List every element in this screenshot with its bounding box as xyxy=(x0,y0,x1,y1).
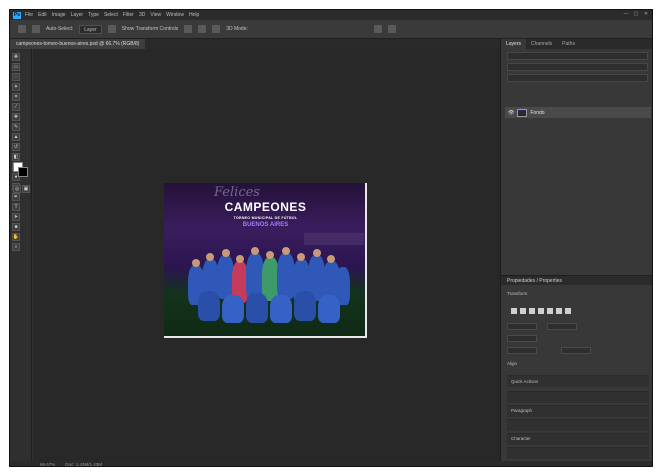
menu-help[interactable]: Help xyxy=(189,12,199,18)
zoom-tool-icon[interactable]: ⌕ xyxy=(12,243,20,251)
move-tool-icon[interactable]: ✥ xyxy=(12,53,20,61)
menu-filter[interactable]: Filter xyxy=(123,12,134,18)
show-transform-label: Show Transform Controls xyxy=(121,26,179,32)
shape-tool-icon[interactable]: ■ xyxy=(12,223,20,231)
lock-row[interactable] xyxy=(507,74,648,82)
flip-field[interactable] xyxy=(561,347,591,354)
background-color-swatch[interactable] xyxy=(18,167,28,177)
align-vcenter-icon[interactable] xyxy=(547,308,553,314)
team-photo xyxy=(184,239,352,327)
distribute-icon[interactable] xyxy=(565,308,571,314)
layer-row[interactable]: 👁 Fondo xyxy=(505,107,651,118)
align-hcenter-icon[interactable] xyxy=(520,308,526,314)
history-brush-icon[interactable]: ↺ xyxy=(12,143,20,151)
layer-thumbnail xyxy=(517,108,528,117)
pen-tool-icon[interactable]: ✒ xyxy=(12,193,20,201)
layers-panel-tabs: Layers Channels Paths xyxy=(501,39,652,49)
hand-tool-icon[interactable]: ✋ xyxy=(12,233,20,241)
align-buttons xyxy=(511,308,571,314)
align-label: Align xyxy=(507,361,518,366)
align-right-icon[interactable] xyxy=(529,308,535,314)
tab-paths[interactable]: Paths xyxy=(557,39,580,49)
menu-3d[interactable]: 3D xyxy=(139,12,145,18)
tab-channels[interactable]: Channels xyxy=(526,39,557,49)
maximize-button[interactable]: ▢ xyxy=(632,11,640,18)
document-tabs: campeones-torneo-buenos-aires.psd @ 66.7… xyxy=(10,39,500,49)
app-logo: Ps xyxy=(13,11,21,19)
menu-select[interactable]: Select xyxy=(104,12,118,18)
height-field[interactable] xyxy=(547,323,577,330)
menu-window[interactable]: Window xyxy=(166,12,184,18)
options-bar: Auto-Select: Layer Show Transform Contro… xyxy=(10,20,652,39)
photoshop-window: Ps File Edit Image Layer Type Select Fil… xyxy=(9,9,653,467)
artwork-title: CAMPEONES xyxy=(224,200,307,214)
eyedropper-icon[interactable]: ⁄ xyxy=(12,103,20,111)
x-field[interactable] xyxy=(507,335,537,342)
align-right-icon[interactable] xyxy=(212,25,221,33)
tab-layers[interactable]: Layers xyxy=(501,39,527,49)
menu-edit[interactable]: Edit xyxy=(38,12,47,18)
document-tab[interactable]: campeones-torneo-buenos-aires.psd @ 66.7… xyxy=(10,39,146,49)
move-tool-icon[interactable] xyxy=(18,25,26,33)
workspace-icon[interactable] xyxy=(387,25,396,33)
type-tool-icon[interactable]: T xyxy=(12,203,20,211)
quick-mask-icon[interactable]: ◎ xyxy=(13,185,21,193)
status-bar: 66.67% Doc: 1.43M/1.43M xyxy=(10,461,652,467)
crop-tool-icon[interactable]: ⌗ xyxy=(12,93,20,101)
lasso-tool-icon[interactable]: ◌ xyxy=(12,73,20,81)
healing-brush-icon[interactable]: ✚ xyxy=(12,113,20,121)
menu-bar: Ps File Edit Image Layer Type Select Fil… xyxy=(10,10,652,20)
align-center-icon[interactable] xyxy=(198,25,207,33)
search-icon[interactable] xyxy=(373,25,382,33)
properties-header: Propiedades / Properties xyxy=(501,275,652,285)
tools-panel: ✥ ▭ ◌ ✦ ⌗ ⁄ ✚ ✎ ▲ ↺ ◧ ▤ ● ◐ ✒ T ➤ ■ ✋ ⌕ … xyxy=(10,49,32,461)
screen-mode-icon[interactable]: ▣ xyxy=(22,185,30,193)
menu-layer[interactable]: Layer xyxy=(71,12,84,18)
quick-actions-label: Quick Actions xyxy=(511,379,539,384)
path-select-icon[interactable]: ➤ xyxy=(12,213,20,221)
doc-info: Doc: 1.43M/1.43M xyxy=(65,462,103,467)
layer-filter-row[interactable] xyxy=(507,52,648,60)
blend-mode-row[interactable] xyxy=(507,63,648,71)
menu-view[interactable]: View xyxy=(150,12,161,18)
visibility-eye-icon[interactable]: 👁 xyxy=(508,110,514,116)
transform-label: Transform xyxy=(507,291,528,296)
auto-select-label: Auto-Select: xyxy=(46,26,74,32)
width-field[interactable] xyxy=(507,323,537,330)
paragraph-label: Paragraph xyxy=(511,408,533,413)
menu-file[interactable]: File xyxy=(25,12,33,18)
panel-row-5[interactable] xyxy=(507,447,649,459)
panel-row-3[interactable] xyxy=(507,419,649,431)
close-button[interactable]: ✕ xyxy=(642,11,650,18)
transform-checkbox[interactable] xyxy=(107,25,116,33)
document-artwork[interactable]: Felices CAMPEONES TORNEO MUNICIPAL DE FÚ… xyxy=(164,183,367,338)
magic-wand-icon[interactable]: ✦ xyxy=(12,83,20,91)
canvas-area[interactable]: Felices CAMPEONES TORNEO MUNICIPAL DE FÚ… xyxy=(33,49,500,461)
align-left-icon[interactable] xyxy=(511,308,517,314)
align-bottom-icon[interactable] xyxy=(556,308,562,314)
angle-field[interactable] xyxy=(507,347,537,354)
artwork-subtitle: TORNEO MUNICIPAL DE FÚTBOL xyxy=(233,216,298,220)
artwork-script-text: Felices xyxy=(214,185,260,200)
character-label: Character xyxy=(511,436,531,441)
eraser-tool-icon[interactable]: ◧ xyxy=(12,153,20,161)
artwork-city: BUENOS AIRES xyxy=(242,222,289,228)
brush-tool-icon[interactable]: ✎ xyxy=(12,123,20,131)
auto-select-dropdown[interactable]: Layer xyxy=(79,24,102,34)
menu-image[interactable]: Image xyxy=(52,12,66,18)
properties-title: Propiedades / Properties xyxy=(507,277,563,284)
panel-row-1[interactable] xyxy=(507,391,649,403)
right-panels: Layers Channels Paths 👁 Fondo Propiedade… xyxy=(500,39,652,461)
menu-type[interactable]: Type xyxy=(88,12,99,18)
minimize-button[interactable]: — xyxy=(622,11,630,18)
align-top-icon[interactable] xyxy=(538,308,544,314)
marquee-tool-icon[interactable]: ▭ xyxy=(12,63,20,71)
layer-name: Fondo xyxy=(530,109,545,116)
stamp-tool-icon[interactable]: ▲ xyxy=(12,133,20,141)
align-left-icon[interactable] xyxy=(184,25,193,33)
home-icon[interactable] xyxy=(32,25,40,33)
3d-mode-label: 3D Mode: xyxy=(226,26,248,32)
zoom-level[interactable]: 66.67% xyxy=(40,462,55,466)
